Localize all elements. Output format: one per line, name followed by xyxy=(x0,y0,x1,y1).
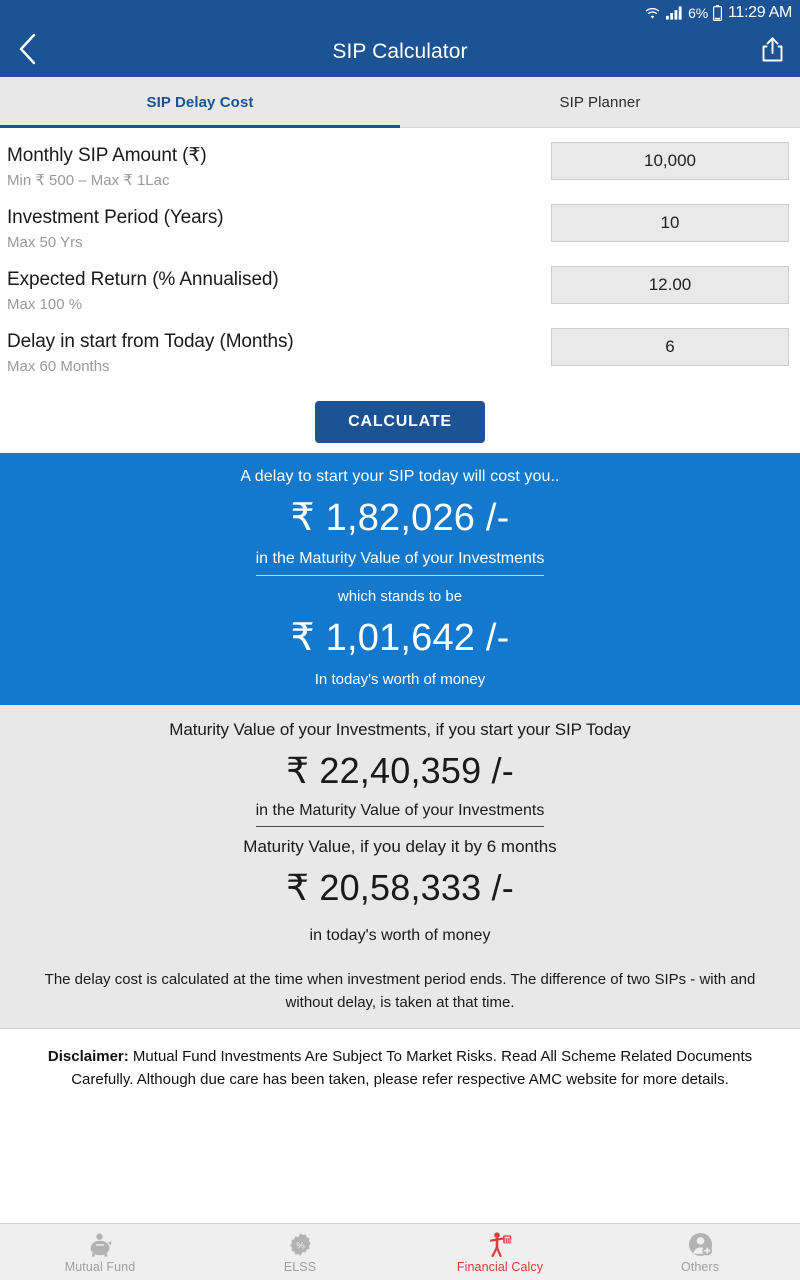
calculator-form: Monthly SIP Amount (₹) Min ₹ 500 – Max ₹… xyxy=(0,128,800,453)
delay-cost-subtext: in the Maturity Value of your Investment… xyxy=(255,547,545,576)
battery-icon xyxy=(712,5,722,21)
tab-label: SIP Delay Cost xyxy=(146,93,254,111)
percent-badge-icon: % xyxy=(288,1231,313,1257)
svg-text:%: % xyxy=(296,1240,305,1251)
tab-bar: SIP Delay Cost SIP Planner xyxy=(0,77,800,128)
maturity-subtext: in the Maturity Value of your Investment… xyxy=(255,799,545,827)
maturity-foottext: in today's worth of money xyxy=(309,927,491,944)
tab-label: SIP Planner xyxy=(559,93,641,111)
field-hint: Max 100 % xyxy=(7,296,83,313)
disclaimer-text: Disclaimer: Mutual Fund Investments Are … xyxy=(16,1045,784,1091)
add-user-icon xyxy=(688,1231,713,1257)
back-chevron-icon xyxy=(17,32,39,71)
field-label: Delay in start from Today (Months) xyxy=(7,331,294,352)
delay-cost-note: The delay cost is calculated at the time… xyxy=(44,971,756,1011)
disclaimer-body: Mutual Fund Investments Are Subject To M… xyxy=(71,1048,753,1088)
cellular-signal-icon xyxy=(666,6,683,20)
calculate-button[interactable]: CALCULATE xyxy=(315,401,485,443)
piggy-bank-icon xyxy=(87,1231,113,1257)
bottom-navigation: Mutual Fund % ELSS Financial Calcy Other… xyxy=(0,1223,800,1280)
field-monthly-sip-amount: Monthly SIP Amount (₹) Min ₹ 500 – Max ₹… xyxy=(6,142,794,191)
delay-cost-amount: ₹ 1,82,026 /- xyxy=(290,497,510,539)
field-text-block: Expected Return (% Annualised) Max 100 % xyxy=(6,266,279,315)
expected-return-input[interactable]: 12.00 xyxy=(551,266,789,304)
status-bar: 6% 11:29 AM xyxy=(0,0,800,26)
page-title: SIP Calculator xyxy=(332,39,468,63)
field-text-block: Monthly SIP Amount (₹) Min ₹ 500 – Max ₹… xyxy=(6,142,207,191)
monthly-sip-amount-input[interactable]: 10,000 xyxy=(551,142,789,180)
field-expected-return: Expected Return (% Annualised) Max 100 %… xyxy=(6,266,794,315)
field-text-block: Investment Period (Years) Max 50 Yrs xyxy=(6,204,224,253)
maturity-value-panel: Maturity Value of your Investments, if y… xyxy=(0,705,800,1028)
field-label: Investment Period (Years) xyxy=(7,207,224,228)
battery-percent-label: 6% xyxy=(688,5,708,21)
status-clock: 11:29 AM xyxy=(727,4,792,21)
tab-sip-planner[interactable]: SIP Planner xyxy=(400,77,800,127)
delay-cost-midtext: which stands to be xyxy=(337,588,463,605)
share-button[interactable] xyxy=(744,26,800,77)
nav-item-elss[interactable]: % ELSS xyxy=(200,1224,400,1280)
share-icon xyxy=(760,36,785,68)
maturity-today-amount: ₹ 22,40,359 /- xyxy=(286,750,514,791)
delay-cost-foottext: In today's worth of money xyxy=(314,671,486,688)
nav-label: ELSS xyxy=(283,1259,317,1274)
back-button[interactable] xyxy=(0,26,56,77)
disclaimer-label: Disclaimer: xyxy=(47,1048,129,1065)
field-label: Expected Return (% Annualised) xyxy=(7,269,279,290)
calculate-button-row: CALCULATE xyxy=(6,390,794,453)
field-label: Monthly SIP Amount (₹) xyxy=(7,145,207,166)
field-delay-months: Delay in start from Today (Months) Max 6… xyxy=(6,328,794,377)
disclaimer-section: Disclaimer: Mutual Fund Investments Are … xyxy=(0,1028,800,1223)
field-hint: Max 50 Yrs xyxy=(7,234,83,251)
field-investment-period: Investment Period (Years) Max 50 Yrs 10 xyxy=(6,204,794,253)
maturity-today-caption: Maturity Value of your Investments, if y… xyxy=(169,720,631,739)
field-text-block: Delay in start from Today (Months) Max 6… xyxy=(6,328,294,377)
tab-sip-delay-cost[interactable]: SIP Delay Cost xyxy=(0,77,400,128)
nav-label: Mutual Fund xyxy=(64,1259,136,1274)
nav-label: Others xyxy=(680,1259,720,1274)
nav-item-mutual-fund[interactable]: Mutual Fund xyxy=(0,1224,200,1280)
delay-months-input[interactable]: 6 xyxy=(551,328,789,366)
field-hint: Min ₹ 500 – Max ₹ 1Lac xyxy=(7,172,170,189)
app-screen: 6% 11:29 AM SIP Calculator SIP Delay Cos… xyxy=(0,0,800,1280)
field-hint: Max 60 Months xyxy=(7,358,110,375)
delay-cost-present-value: ₹ 1,01,642 /- xyxy=(290,617,510,659)
delay-cost-caption: A delay to start your SIP today will cos… xyxy=(240,468,560,485)
wifi-icon xyxy=(644,6,661,21)
nav-label: Financial Calcy xyxy=(456,1259,544,1274)
maturity-delayed-amount: ₹ 20,58,333 /- xyxy=(286,867,514,908)
nav-item-financial-calcy[interactable]: Financial Calcy xyxy=(400,1224,600,1280)
maturity-delayed-caption: Maturity Value, if you delay it by 6 mon… xyxy=(243,837,557,856)
app-bar: SIP Calculator xyxy=(0,26,800,77)
person-calculator-icon xyxy=(487,1231,513,1257)
delay-cost-result-panel: A delay to start your SIP today will cos… xyxy=(0,453,800,705)
investment-period-input[interactable]: 10 xyxy=(551,204,789,242)
nav-item-others[interactable]: Others xyxy=(600,1224,800,1280)
